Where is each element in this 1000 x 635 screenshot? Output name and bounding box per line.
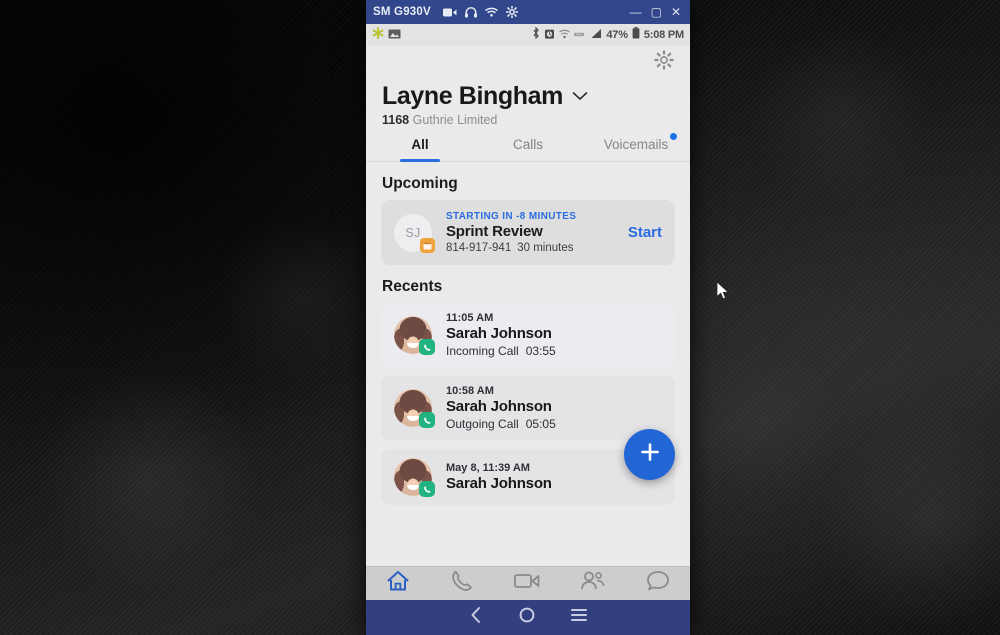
battery-percent: 47% bbox=[606, 29, 628, 41]
android-status-bar: VPN 47% 5:08 PM bbox=[366, 24, 690, 46]
call-time: May 8, 11:39 AM bbox=[446, 462, 530, 474]
call-duration: 05:05 bbox=[525, 417, 556, 431]
upcoming-meeting-card[interactable]: SJ STARTING IN -8 MINUTES Sprint Review … bbox=[381, 200, 675, 265]
mouse-cursor bbox=[716, 281, 730, 306]
call-duration: 03:55 bbox=[525, 344, 556, 358]
tab-calls-label: Calls bbox=[512, 137, 543, 152]
voicemail-badge-dot bbox=[670, 133, 678, 140]
meeting-meta: 814-917-941 30 minutes bbox=[446, 242, 620, 254]
photo-icon bbox=[388, 26, 401, 44]
asterisk-icon bbox=[372, 26, 384, 44]
phone-icon bbox=[419, 412, 435, 428]
meeting-duration: 30 minutes bbox=[517, 242, 574, 254]
call-type: Incoming Call bbox=[446, 344, 519, 358]
recents-section-title: Recents bbox=[382, 278, 443, 295]
call-time: 11:05 AM bbox=[446, 312, 494, 324]
account-company: Guthrie Limited bbox=[412, 113, 498, 127]
meeting-id: 814-917-941 bbox=[446, 242, 512, 254]
tab-bar: All Calls Voicemails bbox=[366, 133, 690, 162]
call-contact-name: Sarah Johnson bbox=[446, 325, 552, 342]
account-switcher[interactable]: Layne Bingham bbox=[382, 82, 674, 111]
tab-all[interactable]: All bbox=[366, 137, 474, 161]
settings-gear-icon[interactable] bbox=[654, 49, 674, 75]
avatar bbox=[394, 389, 435, 428]
phone-icon bbox=[419, 481, 435, 497]
phone-icon bbox=[419, 339, 435, 355]
avatar: SJ bbox=[394, 213, 435, 253]
minimize-button[interactable]: — bbox=[630, 6, 642, 18]
headphones-icon[interactable] bbox=[464, 6, 477, 18]
call-type: Outgoing Call bbox=[446, 417, 519, 431]
android-navigation-bar bbox=[366, 600, 690, 635]
window-title-bar: SM G930V — ▢ ✕ bbox=[366, 0, 690, 24]
meeting-kicker: STARTING IN -8 MINUTES bbox=[446, 211, 577, 222]
plus-icon bbox=[638, 440, 662, 469]
avatar bbox=[394, 316, 435, 355]
call-time: 10:58 AM bbox=[446, 385, 494, 397]
start-meeting-button[interactable]: Start bbox=[620, 224, 662, 241]
list-item[interactable]: 10:58 AM Sarah Johnson Outgoing Call 05:0… bbox=[381, 376, 675, 440]
video-camera-icon[interactable] bbox=[442, 7, 457, 18]
close-button[interactable]: ✕ bbox=[671, 6, 681, 18]
wifi-icon[interactable] bbox=[485, 7, 498, 17]
alarm-icon bbox=[544, 26, 555, 44]
nav-contacts-icon[interactable] bbox=[580, 570, 606, 597]
recents-menu-icon[interactable] bbox=[570, 607, 588, 628]
nav-video-icon[interactable] bbox=[514, 571, 540, 596]
call-contact-name: Sarah Johnson bbox=[446, 398, 552, 415]
tab-voicemails-label: Voicemails bbox=[603, 137, 669, 152]
svg-text:VPN: VPN bbox=[576, 33, 582, 37]
window-title-icons bbox=[442, 6, 518, 18]
signal-icon bbox=[590, 26, 602, 44]
gear-icon[interactable] bbox=[505, 6, 518, 18]
maximize-button[interactable]: ▢ bbox=[651, 6, 662, 18]
tab-calls[interactable]: Calls bbox=[474, 137, 582, 161]
chevron-down-icon[interactable] bbox=[572, 88, 588, 106]
wifi-icon bbox=[559, 26, 570, 44]
nav-chat-icon[interactable] bbox=[646, 570, 670, 597]
calendar-icon bbox=[420, 237, 435, 253]
window-title: SM G930V bbox=[373, 6, 431, 18]
call-contact-name: Sarah Johnson bbox=[446, 475, 552, 492]
tab-all-label: All bbox=[411, 137, 429, 152]
nav-phone-icon[interactable] bbox=[450, 569, 474, 598]
bluetooth-icon bbox=[532, 26, 540, 44]
account-extension: 1168 bbox=[382, 113, 410, 127]
meeting-title: Sprint Review bbox=[446, 223, 543, 240]
clock: 5:08 PM bbox=[643, 29, 684, 41]
back-icon[interactable] bbox=[468, 606, 484, 629]
call-detail: Incoming Call 03:55 bbox=[446, 344, 556, 358]
battery-icon bbox=[632, 26, 640, 44]
app-content: Layne Bingham 1168 Guthrie Limited All C… bbox=[366, 46, 690, 566]
vpn-icon: VPN bbox=[574, 26, 586, 44]
avatar bbox=[394, 458, 435, 497]
nav-home-icon[interactable] bbox=[386, 569, 410, 598]
android-emulator-window: SM G930V — ▢ ✕ VPN 47% 5:08 PM Layne Bin… bbox=[366, 0, 690, 635]
bottom-navigation bbox=[366, 566, 690, 600]
account-header: Layne Bingham 1168 Guthrie Limited bbox=[366, 78, 690, 127]
call-detail: Outgoing Call 05:05 bbox=[446, 417, 556, 431]
list-item[interactable]: 11:05 AM Sarah Johnson Incoming Call 03:5… bbox=[381, 303, 675, 367]
page-title: Layne Bingham bbox=[382, 82, 563, 110]
tab-voicemails[interactable]: Voicemails bbox=[582, 133, 690, 161]
upcoming-section-title: Upcoming bbox=[382, 175, 458, 192]
home-circle-icon[interactable] bbox=[518, 606, 536, 629]
account-subtitle: 1168 Guthrie Limited bbox=[382, 113, 674, 127]
new-call-fab[interactable] bbox=[624, 429, 675, 480]
